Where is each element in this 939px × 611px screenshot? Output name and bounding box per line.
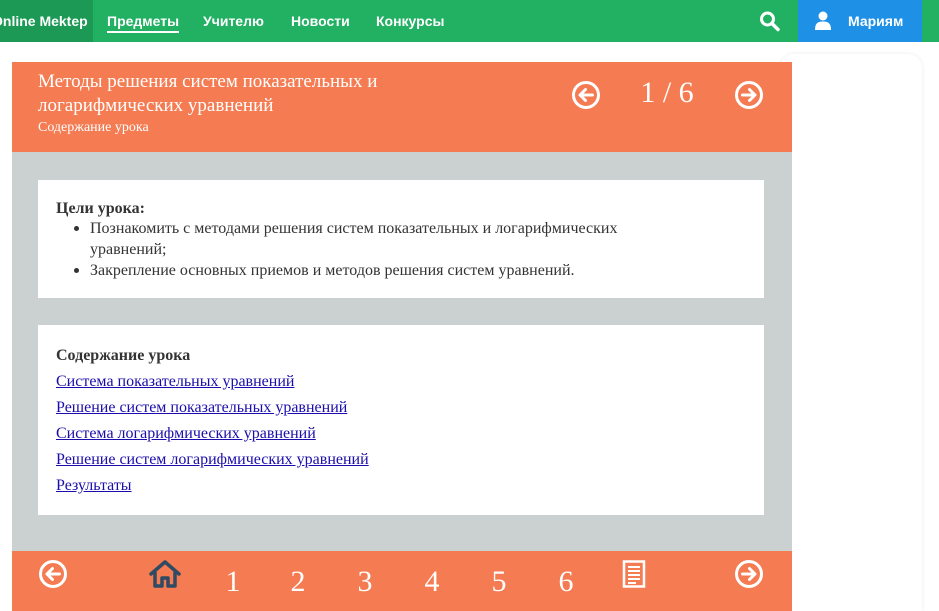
contents-heading: Содержание урока: [56, 347, 191, 364]
list-item: Познакомить с методами решения систем по…: [56, 218, 676, 260]
contents-link[interactable]: Результаты: [56, 477, 132, 495]
page-number-2[interactable]: 2: [283, 565, 313, 599]
footer-next-button[interactable]: [734, 559, 764, 594]
goals-list: Познакомить с методами решения систем по…: [56, 218, 676, 281]
arrow-right-circle-icon: [735, 81, 763, 109]
nav-item-label: Учителю: [203, 13, 264, 29]
user-icon: [815, 11, 831, 30]
next-slide-button[interactable]: [734, 80, 764, 115]
lesson-contents-card: Содержание урока Система показательных у…: [38, 325, 764, 515]
search-icon: [760, 11, 780, 32]
goals-heading: Цели урока:: [56, 200, 145, 217]
side-panel: [780, 54, 922, 611]
site-logo[interactable]: Online Mektep: [0, 0, 93, 42]
arrow-left-circle-icon: [39, 560, 67, 588]
lesson-panel: Методы решения систем показательных и ло…: [12, 62, 792, 611]
lesson-header: Методы решения систем показательных и ло…: [12, 62, 792, 152]
footer-prev-button[interactable]: [38, 559, 68, 594]
arrow-right-circle-icon: [735, 560, 763, 588]
lesson-title: Методы решения систем показательных и ло…: [38, 71, 378, 116]
page-indicator: 1 / 6: [640, 76, 694, 109]
nav-item-label: Новости: [291, 13, 350, 29]
contents-link[interactable]: Решение систем показательных уравнений: [56, 399, 347, 417]
home-button[interactable]: [149, 559, 181, 594]
nav-item-contests[interactable]: Конкурсы: [376, 0, 444, 42]
page-number-4[interactable]: 4: [417, 565, 447, 599]
lesson-footer-navigation: 1 2 3 4 5 6: [12, 551, 792, 611]
arrow-left-circle-icon: [572, 81, 600, 109]
user-menu-button[interactable]: Мариям: [798, 0, 922, 42]
nav-item-label: Конкурсы: [376, 13, 445, 29]
nav-item-subjects[interactable]: Предметы: [107, 0, 180, 42]
nav-item-label: Предметы: [107, 13, 180, 33]
page-number-1[interactable]: 1: [218, 565, 248, 599]
list-item: Закрепление основных приемов и методов р…: [56, 260, 676, 281]
contents-link[interactable]: Система логарифмических уравнений: [56, 425, 316, 443]
page-number-3[interactable]: 3: [350, 565, 380, 599]
user-name: Мариям: [848, 13, 904, 29]
nav-item-teachers[interactable]: Учителю: [203, 0, 264, 42]
home-icon: [149, 560, 181, 588]
search-button[interactable]: [758, 10, 782, 32]
document-list-icon: [622, 560, 646, 588]
lesson-goals-card: Цели урока: Познакомить с методами решен…: [38, 180, 764, 298]
contents-link[interactable]: Решение систем логарифмических уравнений: [56, 451, 369, 469]
prev-slide-button[interactable]: [571, 80, 601, 115]
page-number-5[interactable]: 5: [484, 565, 514, 599]
top-navigation-bar: Online Mektep Предметы Учителю Новости К…: [0, 0, 939, 42]
nav-item-news[interactable]: Новости: [291, 0, 350, 42]
contents-link[interactable]: Система показательных уравнений: [56, 373, 294, 391]
results-button[interactable]: [622, 560, 646, 593]
lesson-subtitle: Содержание урока: [38, 120, 149, 135]
page-number-6[interactable]: 6: [551, 565, 581, 599]
